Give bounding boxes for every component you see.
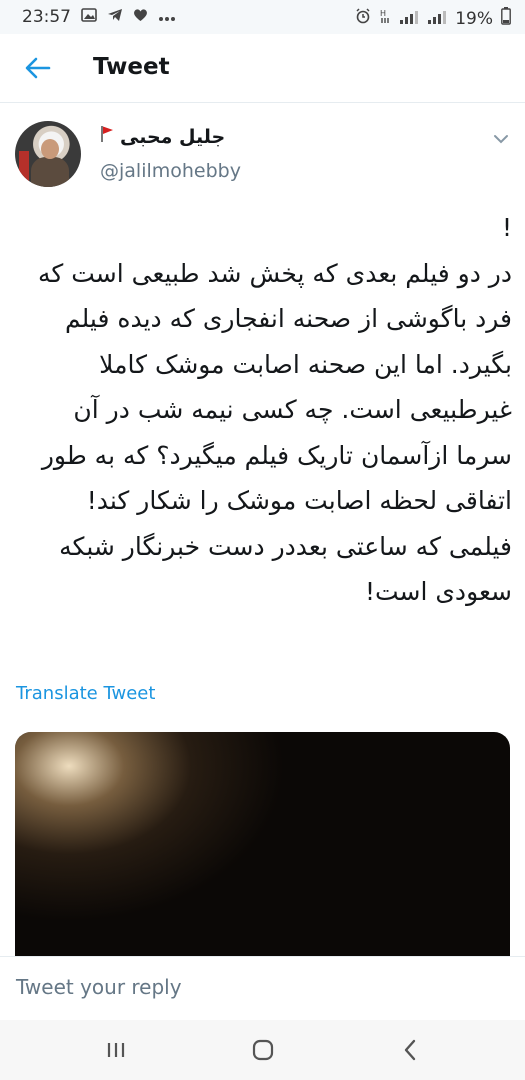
tweet-body: ! در دو فیلم بعدی که پخش شد طبیعی است که… xyxy=(14,205,512,615)
back-button[interactable] xyxy=(20,50,56,86)
tweet-header: جلیل محبی @jalilmohebby xyxy=(0,103,525,193)
telegram-icon xyxy=(107,8,123,26)
app-bar: Tweet xyxy=(0,34,525,103)
more-dots-icon xyxy=(158,8,176,26)
translate-tweet-link[interactable]: Translate Tweet xyxy=(16,683,155,704)
author-name: جلیل محبی xyxy=(120,125,226,148)
reply-input[interactable]: Tweet your reply xyxy=(16,975,182,999)
signal-icon-2 xyxy=(427,9,447,29)
svg-text:H: H xyxy=(380,9,386,18)
tweet-paragraph: فیلمی که ساعتی بعددر دست خبرنگار شبکه سع… xyxy=(59,531,512,607)
recent-apps-icon xyxy=(107,1043,125,1057)
media-image xyxy=(15,732,285,922)
home-button[interactable] xyxy=(243,1034,283,1066)
avatar[interactable] xyxy=(15,121,81,187)
alarm-icon xyxy=(355,8,371,29)
heart-icon xyxy=(133,8,148,26)
status-bar: 23:57 H 19% xyxy=(0,0,525,34)
gallery-icon xyxy=(81,8,97,26)
battery-level: 19% xyxy=(455,8,493,29)
system-nav-bar xyxy=(0,1020,525,1080)
vibrate-icon: H xyxy=(379,8,391,29)
status-time: 23:57 xyxy=(22,7,71,27)
home-icon xyxy=(252,1039,274,1061)
status-right: H 19% xyxy=(355,7,511,30)
page-title: Tweet xyxy=(93,54,170,80)
author-handle[interactable]: @jalilmohebby xyxy=(100,160,241,182)
arrow-left-icon xyxy=(25,57,51,79)
tweet-menu-button[interactable] xyxy=(493,129,509,148)
author-row[interactable]: جلیل محبی xyxy=(100,125,225,148)
tweet-paragraph: ! xyxy=(501,213,512,242)
recent-apps-button[interactable] xyxy=(96,1034,136,1066)
chevron-down-icon xyxy=(494,135,508,144)
tweet-paragraph: در دو فیلم بعدی که پخش شد طبیعی است که ف… xyxy=(37,258,512,516)
back-icon xyxy=(404,1039,416,1061)
battery-icon xyxy=(501,7,511,30)
red-flag-icon xyxy=(100,125,114,148)
signal-icon xyxy=(399,9,419,29)
status-left: 23:57 xyxy=(22,7,176,27)
reply-bar: Tweet your reply xyxy=(0,956,525,1021)
nav-back-button[interactable] xyxy=(390,1034,430,1066)
tweet-media[interactable] xyxy=(15,732,510,957)
